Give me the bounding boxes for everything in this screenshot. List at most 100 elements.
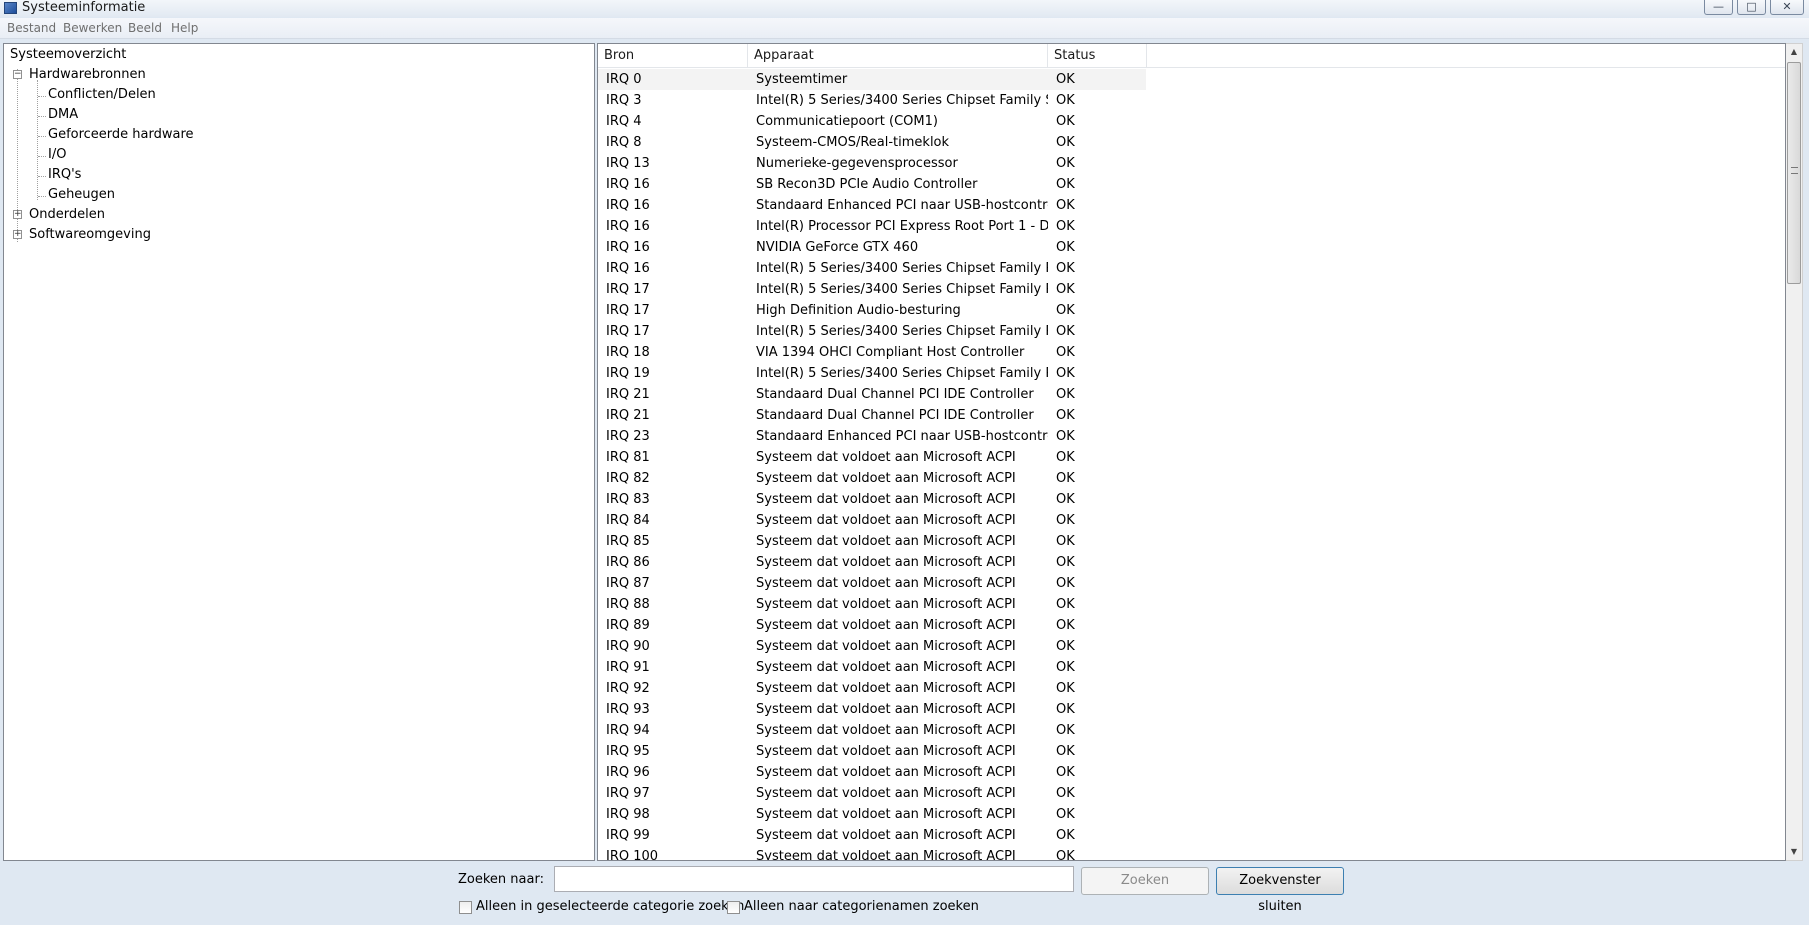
close-button[interactable]: ✕ (1770, 0, 1804, 15)
table-row[interactable]: IRQ 97 Systeem dat voldoet aan Microsoft … (598, 783, 1785, 804)
cell-apparaat: Systeem dat voldoet aan Microsoft ACPI (756, 597, 1016, 612)
menu-bestand[interactable]: Bestand (7, 21, 56, 35)
cell-apparaat: Intel(R) 5 Series/3400 Series Chipset Fa… (756, 324, 1048, 339)
table-row[interactable]: IRQ 100 Systeem dat voldoet aan Microsoft… (598, 846, 1785, 861)
cell-status: OK (1056, 93, 1075, 108)
scroll-thumb[interactable] (1787, 62, 1801, 284)
table-row[interactable]: IRQ 17 Intel(R) 5 Series/3400 Series Chip… (598, 279, 1785, 300)
table-row[interactable]: IRQ 17 High Definition Audio-besturing OK (598, 300, 1785, 321)
table-row[interactable]: IRQ 0 Systeemtimer OK (598, 69, 1785, 90)
table-row[interactable]: IRQ 8 Systeem-CMOS/Real-timeklok OK (598, 132, 1785, 153)
cell-apparaat: Systeem dat voldoet aan Microsoft ACPI (756, 807, 1016, 822)
collapse-icon[interactable]: − (13, 70, 22, 79)
cell-bron: IRQ 98 (606, 807, 650, 822)
cell-apparaat: Systeem dat voldoet aan Microsoft ACPI (756, 618, 1016, 633)
table-row[interactable]: IRQ 17 Intel(R) 5 Series/3400 Series Chip… (598, 321, 1785, 342)
table-row[interactable]: IRQ 85 Systeem dat voldoet aan Microsoft … (598, 531, 1785, 552)
scroll-up-icon[interactable]: ▲ (1786, 44, 1802, 60)
cell-bron: IRQ 16 (606, 240, 650, 255)
table-row[interactable]: IRQ 94 Systeem dat voldoet aan Microsoft … (598, 720, 1785, 741)
table-row[interactable]: IRQ 81 Systeem dat voldoet aan Microsoft … (598, 447, 1785, 468)
cell-apparaat: Systeem dat voldoet aan Microsoft ACPI (756, 765, 1016, 780)
cell-bron: IRQ 16 (606, 219, 650, 234)
search-button[interactable]: Zoeken (1081, 867, 1209, 895)
table-row[interactable]: IRQ 4 Communicatiepoort (COM1) OK (598, 111, 1785, 132)
cell-status: OK (1056, 555, 1075, 570)
cell-bron: IRQ 85 (606, 534, 650, 549)
tree-item-geheugen[interactable]: Geheugen (48, 187, 115, 203)
cell-apparaat: Systeem dat voldoet aan Microsoft ACPI (756, 534, 1016, 549)
table-row[interactable]: IRQ 84 Systeem dat voldoet aan Microsoft … (598, 510, 1785, 531)
cell-status: OK (1056, 744, 1075, 759)
table-row[interactable]: IRQ 96 Systeem dat voldoet aan Microsoft … (598, 762, 1785, 783)
table-row[interactable]: IRQ 21 Standaard Dual Channel PCI IDE Con… (598, 405, 1785, 426)
table-row[interactable]: IRQ 92 Systeem dat voldoet aan Microsoft … (598, 678, 1785, 699)
table-row[interactable]: IRQ 91 Systeem dat voldoet aan Microsoft … (598, 657, 1785, 678)
menu-bewerken[interactable]: Bewerken (63, 21, 122, 35)
table-row[interactable]: IRQ 99 Systeem dat voldoet aan Microsoft … (598, 825, 1785, 846)
tree-item-dma[interactable]: DMA (48, 107, 78, 123)
cell-bron: IRQ 83 (606, 492, 650, 507)
cell-status: OK (1056, 387, 1075, 402)
tree-item-systeemoverzicht[interactable]: Systeemoverzicht (10, 47, 126, 63)
table-row[interactable]: IRQ 82 Systeem dat voldoet aan Microsoft … (598, 468, 1785, 489)
vertical-scrollbar[interactable]: ▲ ▼ (1786, 43, 1803, 861)
cell-bron: IRQ 16 (606, 261, 650, 276)
tree-item-hardwarebronnen[interactable]: Hardwarebronnen (29, 67, 146, 83)
column-header-status[interactable]: Status (1048, 44, 1147, 68)
scroll-down-icon[interactable]: ▼ (1786, 844, 1802, 860)
category-names-checkbox[interactable] (727, 901, 740, 914)
table-row[interactable]: IRQ 21 Standaard Dual Channel PCI IDE Con… (598, 384, 1785, 405)
cell-apparaat: NVIDIA GeForce GTX 460 (756, 240, 919, 255)
table-row[interactable]: IRQ 88 Systeem dat voldoet aan Microsoft … (598, 594, 1785, 615)
irq-list[interactable]: Bron Apparaat Status IRQ 0 Systeemtimer OK… (597, 43, 1786, 861)
category-tree[interactable]: Systeemoverzicht − Hardwarebronnen Confl… (3, 43, 595, 861)
table-row[interactable]: IRQ 87 Systeem dat voldoet aan Microsoft … (598, 573, 1785, 594)
tree-item-geforceerde-hardware[interactable]: Geforceerde hardware (48, 127, 194, 143)
close-search-button[interactable]: Zoekvenster sluiten (1216, 867, 1344, 914)
table-row[interactable]: IRQ 93 Systeem dat voldoet aan Microsoft … (598, 699, 1785, 720)
table-row[interactable]: IRQ 3 Intel(R) 5 Series/3400 Series Chips… (598, 90, 1785, 111)
cell-status: OK (1048, 69, 1146, 90)
selected-category-checkbox[interactable] (459, 901, 472, 914)
table-row[interactable]: IRQ 16 SB Recon3D PCIe Audio Controller OK (598, 174, 1785, 195)
search-input[interactable] (554, 866, 1074, 892)
expand-icon[interactable]: + (13, 230, 22, 239)
cell-status: OK (1056, 534, 1075, 549)
table-row[interactable]: IRQ 16 Intel(R) Processor PCI Express Roo… (598, 216, 1785, 237)
table-row[interactable]: IRQ 95 Systeem dat voldoet aan Microsoft … (598, 741, 1785, 762)
minimize-button[interactable]: — (1704, 0, 1733, 15)
cell-status: OK (1056, 324, 1075, 339)
menu-help[interactable]: Help (171, 21, 198, 35)
column-header-bron[interactable]: Bron (598, 44, 748, 68)
table-row[interactable]: IRQ 16 Intel(R) 5 Series/3400 Series Chip… (598, 258, 1785, 279)
table-row[interactable]: IRQ 83 Systeem dat voldoet aan Microsoft … (598, 489, 1785, 510)
table-row[interactable]: IRQ 16 Standaard Enhanced PCI naar USB-ho… (598, 195, 1785, 216)
cell-status: OK (1056, 765, 1075, 780)
table-row[interactable]: IRQ 16 NVIDIA GeForce GTX 460 OK (598, 237, 1785, 258)
tree-item-onderdelen[interactable]: Onderdelen (29, 207, 105, 223)
table-row[interactable]: IRQ 19 Intel(R) 5 Series/3400 Series Chip… (598, 363, 1785, 384)
column-header-apparaat[interactable]: Apparaat (748, 44, 1048, 68)
menu-beeld[interactable]: Beeld (128, 21, 162, 35)
table-row[interactable]: IRQ 90 Systeem dat voldoet aan Microsoft … (598, 636, 1785, 657)
cell-status: OK (1056, 219, 1075, 234)
cell-status: OK (1056, 261, 1075, 276)
table-row[interactable]: IRQ 98 Systeem dat voldoet aan Microsoft … (598, 804, 1785, 825)
tree-item-softwareomgeving[interactable]: Softwareomgeving (29, 227, 151, 243)
table-row[interactable]: IRQ 13 Numerieke-gegevensprocessor OK (598, 153, 1785, 174)
table-row[interactable]: IRQ 18 VIA 1394 OHCI Compliant Host Contr… (598, 342, 1785, 363)
cell-bron: IRQ 87 (606, 576, 650, 591)
table-row[interactable]: IRQ 23 Standaard Enhanced PCI naar USB-ho… (598, 426, 1785, 447)
tree-item-conflicten-delen[interactable]: Conflicten/Delen (48, 87, 156, 103)
cell-bron: IRQ 99 (606, 828, 650, 843)
tree-item-io[interactable]: I/O (48, 147, 66, 163)
expand-icon[interactable]: + (13, 210, 22, 219)
tree-item-irqs[interactable]: IRQ's (48, 167, 81, 183)
cell-apparaat: Systeem dat voldoet aan Microsoft ACPI (756, 471, 1016, 486)
table-row[interactable]: IRQ 89 Systeem dat voldoet aan Microsoft … (598, 615, 1785, 636)
cell-status: OK (1056, 849, 1075, 861)
cell-status: OK (1056, 156, 1075, 171)
table-row[interactable]: IRQ 86 Systeem dat voldoet aan Microsoft … (598, 552, 1785, 573)
maximize-button[interactable]: □ (1737, 0, 1766, 15)
